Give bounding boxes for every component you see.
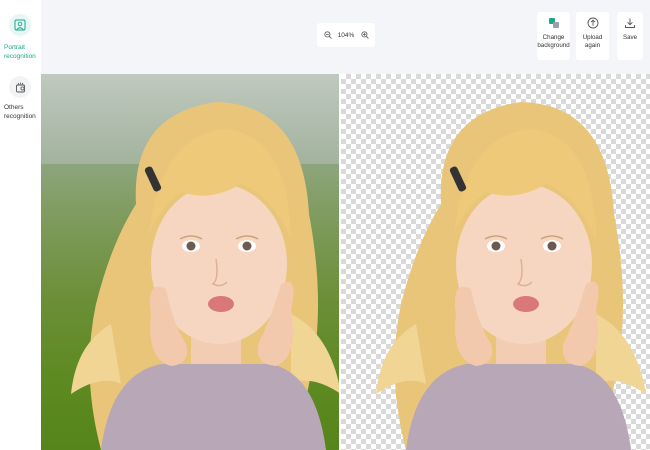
objects-icon [9,76,31,98]
girl-portrait [71,102,339,450]
girl-portrait-cutout [376,102,646,450]
sidebar-item-portrait-recognition[interactable]: Portrait recognition [0,10,41,65]
upload-again-button[interactable]: Upload again [576,12,609,60]
toolbar: 104% Change background Upload again Save [41,0,650,74]
change-background-label: Change background [537,34,570,49]
sidebar-item-label: Others recognition [4,104,36,120]
change-background-button[interactable]: Change background [537,12,570,60]
upload-icon [586,16,600,30]
sidebar: Portrait recognition Others recognition [0,0,41,450]
sidebar-item-others-recognition[interactable]: Others recognition [0,72,41,127]
save-button[interactable]: Save [617,12,643,60]
zoom-out-icon[interactable] [323,31,332,40]
sidebar-item-label: Portrait recognition [4,44,36,60]
zoom-in-icon[interactable] [360,31,369,40]
download-icon [623,16,637,30]
zoom-level: 104% [337,31,355,39]
zoom-control: 104% [317,23,375,47]
save-label: Save [622,34,638,41]
upload-again-label: Upload again [582,34,603,49]
original-image [41,74,339,450]
background-icon [547,16,561,30]
portrait-icon [9,14,31,36]
result-image [341,74,650,450]
